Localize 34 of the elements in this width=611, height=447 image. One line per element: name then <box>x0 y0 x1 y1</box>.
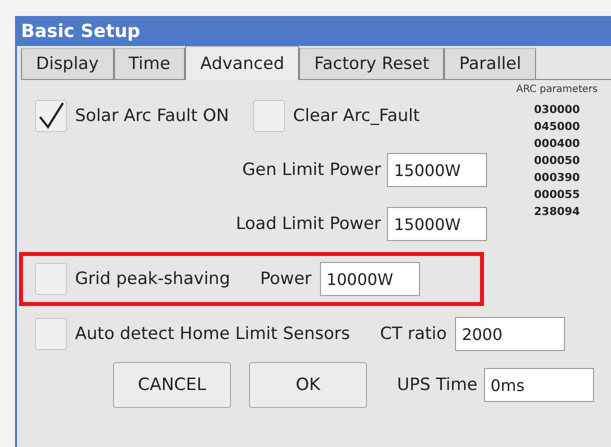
input-field[interactable]: 15000W <box>387 153 487 187</box>
checkbox[interactable] <box>253 100 286 132</box>
tab[interactable]: Time <box>114 48 186 80</box>
arc-parameters-title: ARC parameters <box>516 84 598 95</box>
window-title: Basic Setup <box>21 20 140 42</box>
tab[interactable]: Display <box>21 48 114 80</box>
tab[interactable]: Parallel <box>444 48 536 80</box>
parameter-value: 238094 <box>534 204 580 220</box>
field-label: CT ratio <box>380 324 447 344</box>
checkbox-label: Grid peak-shaving <box>75 269 230 289</box>
dialog-button[interactable]: CANCEL <box>113 362 231 408</box>
parameter-value: 000400 <box>534 136 580 152</box>
input-field[interactable]: 10000W <box>320 262 420 296</box>
input-field[interactable]: 0ms <box>484 368 594 402</box>
checkbox[interactable] <box>35 100 67 132</box>
checkbox[interactable] <box>35 263 67 295</box>
checkbox-label: Auto detect Home Limit Sensors <box>75 324 350 344</box>
checkbox-label: Clear Arc_Fault <box>293 106 420 126</box>
tab[interactable]: Factory Reset <box>299 48 444 80</box>
parameter-value: 045000 <box>534 119 580 135</box>
tab[interactable]: Advanced <box>185 46 300 80</box>
parameter-value: 000390 <box>534 170 580 186</box>
parameter-value: 030000 <box>534 102 580 118</box>
field-label: UPS Time <box>397 375 478 395</box>
checkbox-label: Solar Arc Fault ON <box>75 106 230 126</box>
field-label: Load Limit Power <box>236 214 381 234</box>
field-label: Power <box>260 269 312 289</box>
dialog-button[interactable]: OK <box>249 362 367 408</box>
input-field[interactable]: 2000 <box>454 317 565 351</box>
parameter-value: 000050 <box>534 153 580 169</box>
checkbox[interactable] <box>35 318 67 350</box>
input-field[interactable]: 15000W <box>387 207 487 241</box>
parameter-value: 000055 <box>534 187 580 203</box>
field-label: Gen Limit Power <box>242 160 381 180</box>
